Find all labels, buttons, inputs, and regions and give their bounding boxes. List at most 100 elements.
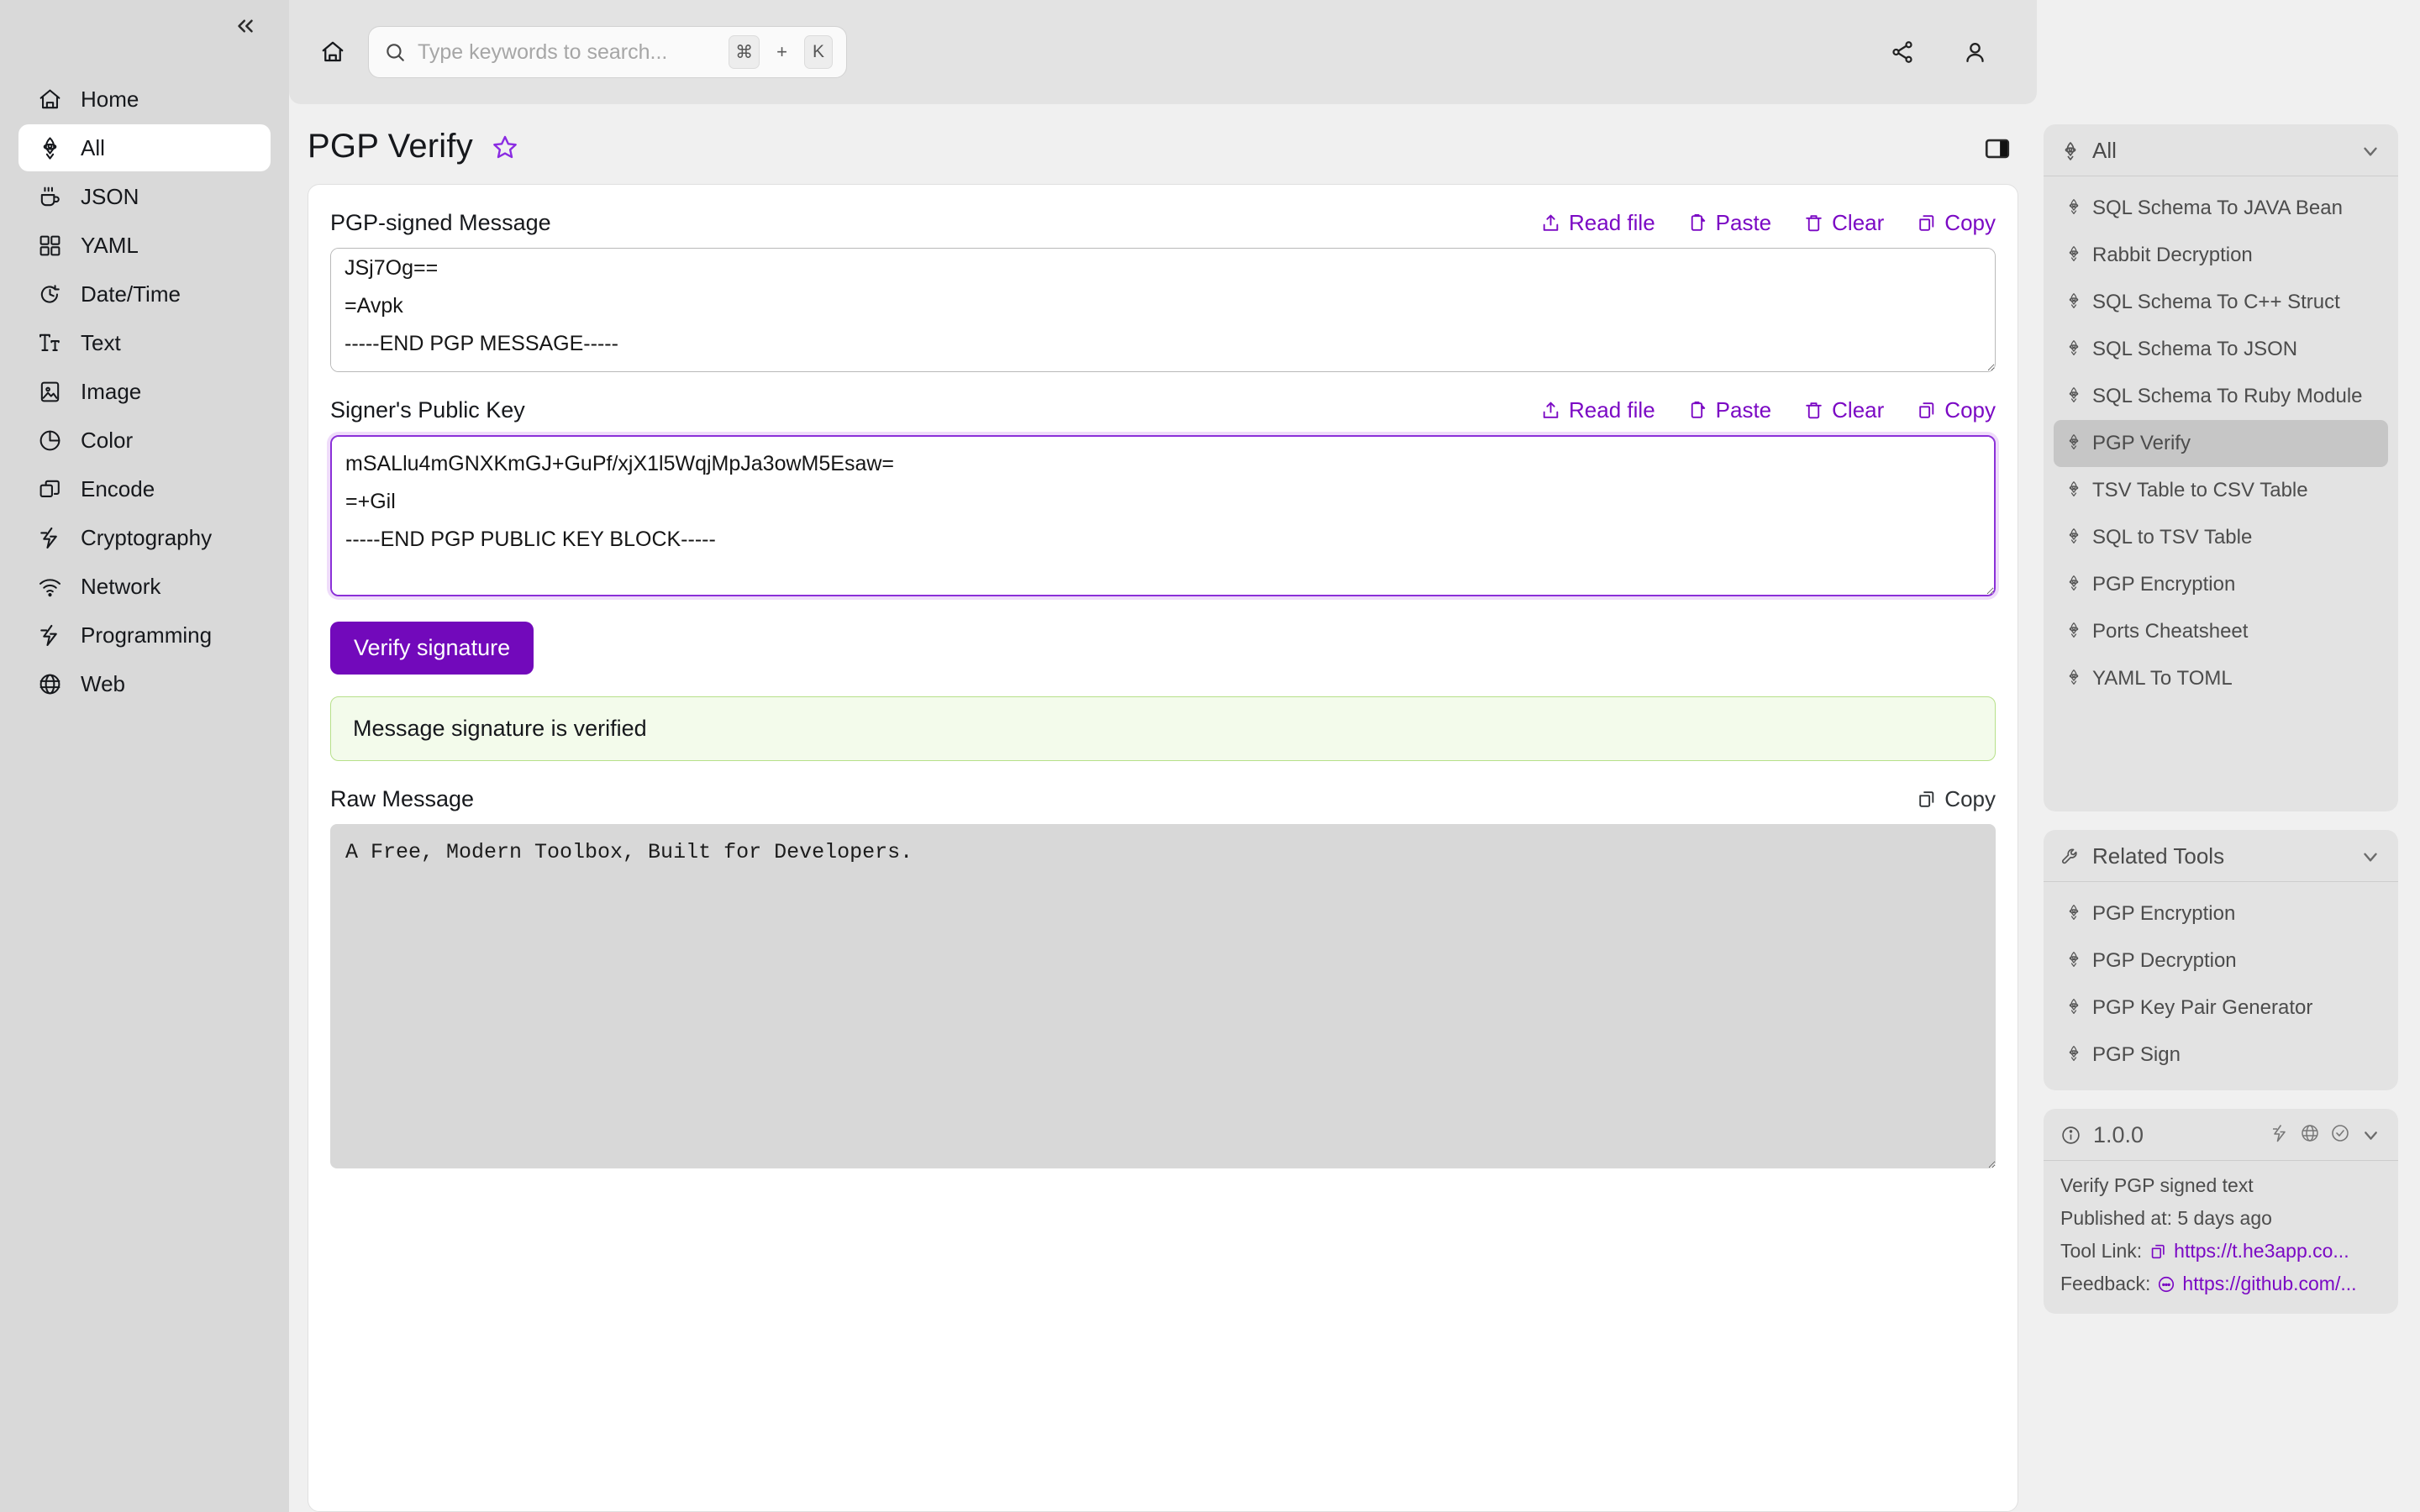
chevrons-left-icon[interactable]	[227, 8, 264, 45]
tool-list-item[interactable]: PGP Encryption	[2054, 890, 2388, 937]
tool-list-item-label: Rabbit Decryption	[2092, 244, 2253, 266]
sidebar-item-label: Image	[81, 378, 142, 404]
action-label: Clear	[1832, 397, 1885, 423]
related-tools-list: PGP Encryption PGP Decryption PGP Key Pair…	[2044, 882, 2398, 1090]
read-file-button[interactable]: Read file	[1540, 210, 1655, 236]
chevron-down-icon[interactable]	[2360, 140, 2381, 162]
tool-list-item-label: PGP Sign	[2092, 1043, 2181, 1066]
status-banner: Message signature is verified	[330, 696, 1996, 761]
tool-list-item[interactable]: Rabbit Decryption	[2054, 232, 2388, 279]
related-tools-header[interactable]: Related Tools	[2044, 830, 2398, 882]
tool-link-label: Tool Link:	[2060, 1240, 2143, 1262]
rocket-icon	[2065, 245, 2082, 262]
sidebar-item-web[interactable]: Web	[18, 660, 271, 707]
rocket-icon	[2065, 998, 2082, 1015]
page-title: PGP Verify	[308, 128, 473, 165]
kbd-plus: +	[776, 41, 787, 62]
sidebar-item-network[interactable]: Network	[18, 563, 271, 610]
rocket-icon	[2065, 198, 2082, 215]
feedback-url[interactable]: https://github.com/...	[2182, 1273, 2356, 1295]
sidebar-item-label: Home	[81, 86, 139, 112]
feedback-row: Feedback: https://github.com/...	[2060, 1273, 2381, 1295]
sidebar-item-yaml[interactable]: YAML	[18, 222, 271, 269]
raw-message-output[interactable]: A Free, Modern Toolbox, Built for Develo…	[330, 824, 1996, 1168]
chevron-down-icon[interactable]	[2360, 1125, 2381, 1146]
related-tools-title: Related Tools	[2092, 843, 2225, 869]
copy-button[interactable]: Copy	[1916, 210, 1996, 236]
copy-button[interactable]: Copy	[1916, 397, 1996, 423]
home-icon[interactable]	[311, 30, 355, 74]
chevron-down-icon[interactable]	[2360, 846, 2381, 868]
message-textarea-wrap: JSj7Og== =Avpk -----END PGP MESSAGE-----	[330, 248, 1996, 372]
tool-list-item[interactable]: SQL Schema To JAVA Bean	[2054, 185, 2388, 232]
sidebar-item-label: YAML	[81, 232, 139, 258]
sidebar-item-programming[interactable]: Programming	[18, 612, 271, 659]
action-label: Paste	[1715, 397, 1772, 423]
rocket-icon	[2065, 904, 2082, 921]
related-tools-panel: Related Tools PGP Encryption PGP Decrypti…	[2044, 830, 2398, 1090]
action-label: Copy	[1944, 210, 1996, 235]
sidebar-item-home[interactable]: Home	[18, 76, 271, 123]
rocket-icon	[2065, 433, 2082, 450]
tool-link-url[interactable]: https://t.he3app.co...	[2174, 1240, 2349, 1263]
tool-list-item[interactable]: SQL Schema To JSON	[2054, 326, 2388, 373]
copy-icon[interactable]	[2149, 1242, 2167, 1261]
sidebar-item-all[interactable]: All	[18, 124, 271, 171]
clear-button[interactable]: Clear	[1803, 397, 1884, 423]
center-column: ⌘ + K PGP Verify	[289, 0, 2037, 1512]
tool-list-item[interactable]: PGP Verify	[2054, 420, 2388, 467]
star-icon[interactable]	[492, 134, 518, 160]
tool-list-item-label: PGP Decryption	[2092, 949, 2237, 972]
panel-right-icon[interactable]	[1983, 134, 2013, 165]
rocket-icon	[2065, 669, 2082, 685]
tool-list-item[interactable]: YAML To TOML	[2054, 655, 2388, 702]
pgp-signed-message-input[interactable]: JSj7Og== =Avpk -----END PGP MESSAGE-----	[330, 248, 1996, 372]
rocket-icon	[2065, 480, 2082, 497]
sidebar-item-date-time[interactable]: Date/Time	[18, 270, 271, 318]
bolt-icon[interactable]	[2270, 1123, 2290, 1147]
check-circle-icon[interactable]	[2330, 1123, 2350, 1147]
tool-list-item[interactable]: TSV Table to CSV Table	[2054, 467, 2388, 514]
trash-icon	[1803, 213, 1824, 234]
top-bar: ⌘ + K	[289, 0, 2037, 104]
sidebar-item-label: Date/Time	[81, 281, 181, 307]
home-icon	[37, 87, 62, 112]
clipboard-icon	[1687, 213, 1708, 234]
signer-public-key-input[interactable]: mSALlu4mGNXKmGJ+GuPf/xjX1l5WqjMpJa3owM5E…	[330, 435, 1996, 596]
sidebar-item-text[interactable]: Text	[18, 319, 271, 366]
share-icon[interactable]	[1884, 34, 1921, 71]
tool-list-item[interactable]: PGP Decryption	[2054, 937, 2388, 984]
tool-list-item[interactable]: SQL Schema To C++ Struct	[2054, 279, 2388, 326]
clear-button[interactable]: Clear	[1803, 210, 1884, 236]
tool-list-item[interactable]: PGP Encryption	[2054, 561, 2388, 608]
globe-icon[interactable]	[2300, 1123, 2320, 1147]
sidebar-item-color[interactable]: Color	[18, 417, 271, 464]
right-sidebar: All SQL Schema To JAVA Bean Rabbit Decryp…	[2037, 0, 2420, 1512]
copy-icon	[1916, 400, 1937, 421]
raw-message-copy-button[interactable]: Copy	[1916, 786, 1996, 812]
tool-list-item[interactable]: SQL to TSV Table	[2054, 514, 2388, 561]
read-file-button[interactable]: Read file	[1540, 397, 1655, 423]
upload-icon	[1540, 213, 1561, 234]
tool-list-item[interactable]: Ports Cheatsheet	[2054, 608, 2388, 655]
paste-button[interactable]: Paste	[1687, 397, 1772, 423]
sidebar-collapse-row	[0, 0, 289, 52]
message-icon[interactable]	[2157, 1275, 2175, 1294]
sidebar-item-json[interactable]: JSON	[18, 173, 271, 220]
search-input[interactable]	[418, 39, 718, 65]
tool-list-item[interactable]: SQL Schema To Ruby Module	[2054, 373, 2388, 420]
sidebar-item-label: Cryptography	[81, 524, 213, 550]
tools-panel-title: All	[2092, 138, 2117, 163]
kbd-k: K	[804, 35, 833, 69]
user-icon[interactable]	[1956, 34, 1993, 71]
tool-list-item-label: SQL to TSV Table	[2092, 526, 2253, 549]
tool-list-item[interactable]: PGP Key Pair Generator	[2054, 984, 2388, 1032]
search-box[interactable]: ⌘ + K	[368, 26, 847, 78]
tools-panel-header[interactable]: All	[2044, 124, 2398, 176]
sidebar-item-encode[interactable]: Encode	[18, 465, 271, 512]
sidebar-item-image[interactable]: Image	[18, 368, 271, 415]
tool-list-item[interactable]: PGP Sign	[2054, 1032, 2388, 1079]
paste-button[interactable]: Paste	[1687, 210, 1771, 236]
verify-signature-button[interactable]: Verify signature	[330, 622, 534, 675]
sidebar-item-cryptography[interactable]: Cryptography	[18, 514, 271, 561]
